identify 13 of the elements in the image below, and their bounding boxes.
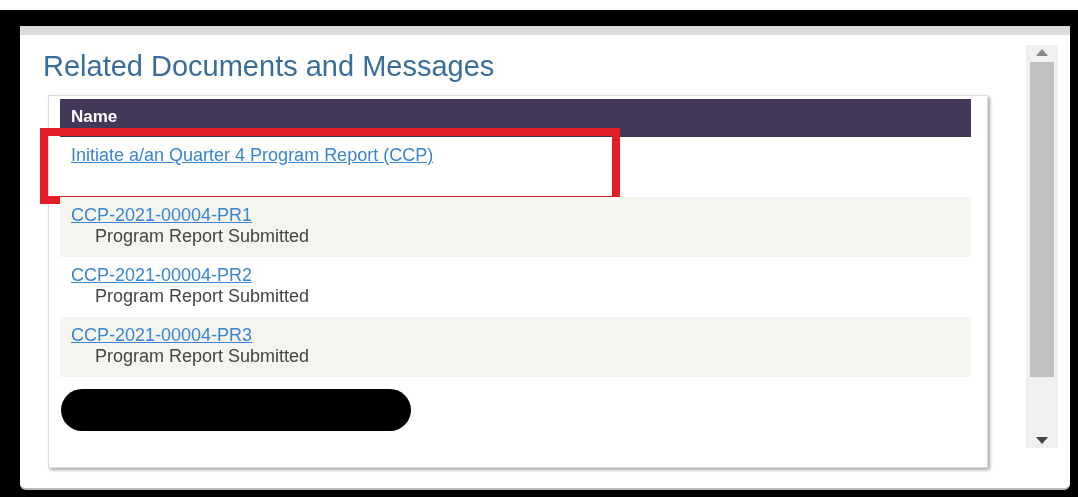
scroll-down-icon[interactable] <box>1036 437 1048 444</box>
column-header: Name <box>71 107 118 127</box>
document-link[interactable]: CCP-2021-00004-PR1 <box>71 205 253 226</box>
document-link[interactable]: CCP-2021-00004-PR2 <box>71 265 253 286</box>
scroll-thumb[interactable] <box>1030 62 1054 377</box>
document-status: Program Report Submitted <box>95 346 310 367</box>
panel-title: Related Documents and Messages <box>43 49 496 83</box>
scrollbar[interactable] <box>1026 45 1058 448</box>
document-status: Program Report Submitted <box>95 286 310 307</box>
scroll-up-icon[interactable] <box>1036 49 1048 56</box>
document-link[interactable]: Initiate a/an Quarter 4 Program Report (CCP) <box>71 145 434 166</box>
document-link[interactable]: CCP-2021-00004-PR3 <box>71 325 253 346</box>
document-status: Program Report Submitted <box>95 226 310 247</box>
